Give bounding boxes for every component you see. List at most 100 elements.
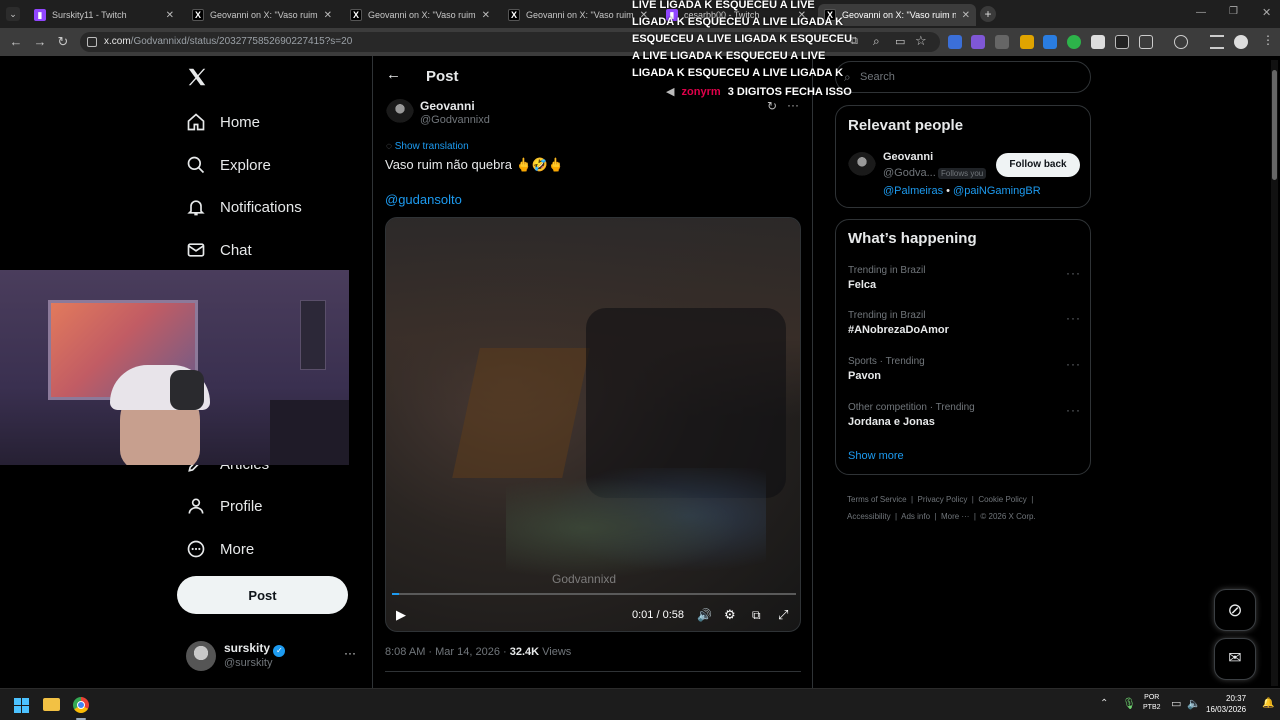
footer-row: Terms of Service | Privacy Policy | Cook…	[847, 495, 1034, 504]
file-explorer-icon[interactable]	[43, 698, 60, 711]
post-timestamp[interactable]: 8:08 AM · Mar 14, 2026 · 32.4K Views	[385, 646, 571, 658]
show-translation-link[interactable]: ◌ Show translation	[386, 141, 469, 152]
video-player[interactable]: Godvannixd ▶ 0:01 / 0:58 🔊 ⚙ ⧉ ⤢	[385, 217, 801, 632]
trend-item[interactable]: Other competition · Trending Jordana e J…	[848, 402, 1084, 428]
page-scrollbar[interactable]	[1271, 60, 1278, 686]
extension-icon[interactable]	[1067, 35, 1081, 49]
url-text[interactable]: x.com/Godvannixd/status/2032775852690227…	[104, 36, 352, 47]
windows-start-icon[interactable]	[14, 698, 29, 713]
author-name[interactable]: Geovanni	[420, 99, 475, 113]
author-handle[interactable]: @Godvannixd	[420, 114, 490, 126]
column-divider	[372, 56, 373, 688]
close-tab-icon[interactable]: ✕	[166, 10, 174, 21]
new-tab-button[interactable]: +	[980, 6, 996, 22]
x-logo-icon[interactable]	[186, 66, 208, 88]
mail-icon: ✉	[1228, 650, 1242, 667]
search-input[interactable]: Search	[860, 71, 895, 83]
more-dots-icon[interactable]: ···	[1066, 311, 1081, 325]
reload-icon[interactable]: ↻	[55, 34, 71, 50]
sidebar-item-more[interactable]: More	[186, 534, 254, 564]
tray-chevron-icon[interactable]: ⌃	[1100, 698, 1108, 709]
window-minimize-icon[interactable]: —	[1196, 7, 1206, 18]
sidebar-item-profile[interactable]: Profile	[186, 491, 263, 521]
trend-item[interactable]: Trending in Brazil #ANobrezaDoAmor	[848, 310, 1084, 336]
tab-search-button[interactable]: ⌄	[6, 7, 20, 21]
zoom-icon[interactable]: ⌕	[873, 34, 880, 49]
extension-icon[interactable]	[971, 35, 985, 49]
play-icon[interactable]: ▶	[396, 607, 406, 623]
footer-link[interactable]: Terms of Service	[847, 495, 907, 504]
footer-link[interactable]: Ads info	[901, 512, 930, 521]
footer-link[interactable]: Accessibility	[847, 512, 891, 521]
more-dots-icon[interactable]: ···	[1066, 266, 1081, 280]
footer-link[interactable]: Privacy Policy	[918, 495, 968, 504]
mention-link[interactable]: @gudansolto	[385, 192, 462, 207]
footer-link[interactable]: Cookie Policy	[978, 495, 1026, 504]
back-icon[interactable]: ←	[8, 34, 24, 50]
extension-icon[interactable]	[1091, 35, 1105, 49]
chrome-icon[interactable]	[73, 697, 89, 713]
sidebar-item-notifications[interactable]: Notifications	[186, 192, 302, 222]
pip-icon[interactable]: ⧉	[752, 608, 761, 623]
extension-icon[interactable]	[1174, 35, 1188, 49]
sidebar-item-chat[interactable]: Chat	[186, 235, 252, 265]
more-dots-icon[interactable]: ···	[1066, 403, 1081, 417]
extension-icon[interactable]	[948, 35, 962, 49]
more-dots-icon[interactable]: ···	[787, 98, 799, 112]
speaker-icon[interactable]: 🔈	[1187, 697, 1201, 710]
settings-gear-icon[interactable]: ⚙	[724, 607, 736, 623]
more-dots-icon[interactable]: ···	[1066, 357, 1081, 371]
close-tab-icon[interactable]: ✕	[482, 10, 490, 21]
forward-icon[interactable]: →	[32, 34, 48, 50]
scrollbar-thumb[interactable]	[1272, 70, 1277, 180]
more-dots-icon[interactable]: ···	[344, 646, 356, 660]
extension-icon[interactable]	[995, 35, 1009, 49]
install-icon[interactable]: ▭	[895, 35, 905, 48]
window-close-icon[interactable]: ✕	[1262, 6, 1271, 19]
volume-icon[interactable]: 🔊	[697, 608, 712, 622]
close-tab-icon[interactable]: ✕	[962, 10, 970, 21]
extensions-puzzle-icon[interactable]	[1139, 35, 1153, 49]
avatar[interactable]	[848, 152, 876, 180]
extension-icon[interactable]	[1043, 35, 1057, 49]
search-box[interactable]: ⌕ Search	[835, 61, 1091, 93]
video-progress-track[interactable]	[392, 593, 796, 595]
network-icon[interactable]: ▭	[1171, 697, 1181, 710]
video-frame-figures	[506, 468, 766, 588]
site-info-icon[interactable]	[87, 37, 97, 47]
avatar[interactable]	[386, 99, 414, 127]
post-button[interactable]: Post	[177, 576, 348, 614]
close-tab-icon[interactable]: ✕	[324, 10, 332, 21]
trend-item[interactable]: Trending in Brazil Felca	[848, 265, 1084, 291]
browser-tab[interactable]: X Geovanni on X: "Vaso ruim não ✕	[344, 4, 496, 26]
person-handle[interactable]: @Godva...	[883, 167, 936, 179]
person-name[interactable]: Geovanni	[883, 151, 933, 163]
trend-item[interactable]: Sports · Trending Pavon	[848, 356, 1084, 382]
footer-link[interactable]: More ···	[941, 512, 969, 521]
grok-fab[interactable]: ⊘	[1214, 589, 1256, 631]
reading-list-icon[interactable]	[1210, 35, 1224, 49]
fullscreen-icon[interactable]: ⤢	[778, 607, 788, 623]
window-restore-icon[interactable]: ❐	[1229, 6, 1238, 17]
show-more-link[interactable]: Show more	[848, 450, 904, 462]
sidebar-item-home[interactable]: Home	[186, 107, 260, 137]
back-arrow-icon[interactable]: ←	[386, 66, 401, 83]
extension-icon[interactable]	[1020, 35, 1034, 49]
microphone-icon[interactable]: 🎙	[1122, 697, 1136, 710]
mail-icon	[187, 243, 205, 257]
browser-tab[interactable]: X Geovanni on X: "Vaso ruim não ✕	[186, 4, 338, 26]
messages-fab[interactable]: ✉	[1214, 638, 1256, 680]
grok-icon[interactable]: ↻	[767, 99, 777, 113]
extension-icon[interactable]	[1115, 35, 1129, 49]
sidebar-item-explore[interactable]: Explore	[186, 150, 271, 180]
bookmark-star-icon[interactable]: ☆	[915, 33, 927, 49]
browser-menu-icon[interactable]: ⋮	[1262, 33, 1274, 47]
browser-tab[interactable]: ▮ Surskity11 - Twitch ✕	[28, 4, 180, 26]
notifications-icon[interactable]: 🔔	[1262, 698, 1274, 709]
follow-back-button[interactable]: Follow back	[996, 153, 1080, 177]
account-switcher[interactable]: surskity ✓ @surskity ···	[184, 638, 364, 674]
verified-badge-icon: ✓	[273, 645, 286, 657]
clock[interactable]: 20:37 16/03/2026	[1206, 693, 1246, 715]
avatar[interactable]	[1234, 35, 1248, 49]
language-indicator[interactable]: POR PTB2	[1143, 693, 1161, 713]
